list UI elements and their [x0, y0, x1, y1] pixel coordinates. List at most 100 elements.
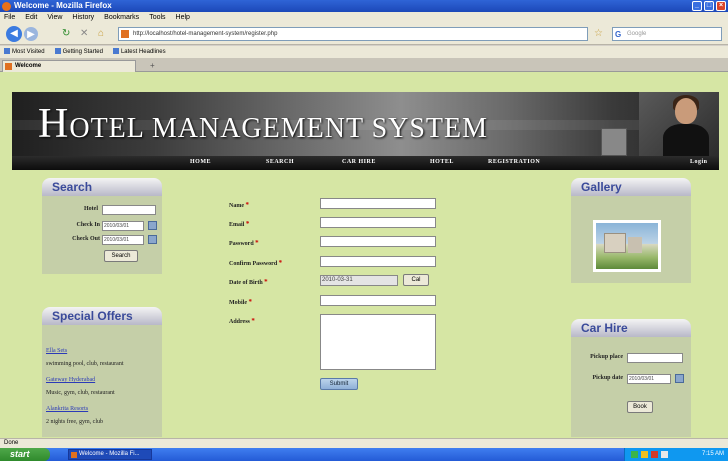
required-mark: * — [245, 201, 250, 209]
antivirus-icon[interactable] — [651, 451, 658, 458]
checkin-input[interactable]: 2010/03/01 — [102, 221, 144, 231]
menu-file[interactable]: File — [4, 12, 15, 23]
hotel-input[interactable] — [102, 205, 156, 215]
password-field[interactable] — [320, 236, 436, 247]
title-word-otel: OTEL — [69, 113, 144, 144]
network-icon[interactable] — [631, 451, 638, 458]
nav-car-hire[interactable]: CAR HIRE — [342, 159, 376, 165]
new-tab-button[interactable]: + — [150, 61, 155, 70]
search-engine-box[interactable]: G Google — [612, 27, 722, 41]
checkout-input[interactable]: 2010/03/01 — [102, 235, 144, 245]
minimize-button[interactable]: _ — [692, 1, 702, 11]
security-icon[interactable] — [641, 451, 648, 458]
back-arrow-icon[interactable]: ◀ — [6, 26, 22, 42]
volume-icon[interactable] — [661, 451, 668, 458]
start-button[interactable]: start — [0, 448, 50, 461]
title-word-anagement: ANAGEMENT — [177, 113, 364, 144]
address-textarea[interactable] — [320, 314, 436, 370]
taskbar-firefox-icon — [71, 452, 77, 458]
search-button[interactable]: Search — [104, 250, 138, 262]
checkout-calendar-icon[interactable] — [148, 235, 157, 244]
pickup-place-input[interactable] — [627, 353, 683, 363]
car-hire-panel: Car Hire Pickup place Pickup date 2010/0… — [571, 319, 691, 437]
menu-view[interactable]: View — [47, 12, 62, 23]
menu-help[interactable]: Help — [176, 12, 190, 23]
gallery-heading: Gallery — [571, 178, 691, 196]
pickup-date-input[interactable]: 2010/03/01 — [627, 374, 671, 384]
title-letter-m: M — [151, 113, 178, 144]
address-label: Address * — [229, 317, 255, 325]
checkin-label: Check In — [76, 222, 100, 228]
mobile-label: Mobile * — [229, 298, 252, 306]
checkout-label: Check Out — [72, 236, 100, 242]
pickup-date-label: Pickup date — [592, 375, 623, 381]
bookmark-getting-started[interactable]: Getting Started — [55, 46, 103, 58]
google-icon: G — [615, 30, 622, 39]
menu-edit[interactable]: Edit — [25, 12, 37, 23]
confirm-password-label-text: Confirm Password — [229, 261, 278, 267]
close-button[interactable]: × — [716, 1, 726, 11]
menu-bookmarks[interactable]: Bookmarks — [104, 12, 139, 23]
address-bar[interactable]: http://localhost/hotel-management-system… — [118, 27, 588, 41]
firefox-icon — [2, 2, 11, 11]
dob-label: Date of Birth * — [229, 278, 268, 286]
calendar-button[interactable]: Cal — [403, 274, 429, 286]
maximize-button[interactable]: □ — [704, 1, 714, 11]
site-favicon — [121, 30, 129, 38]
checkin-calendar-icon[interactable] — [148, 221, 157, 230]
offer-link[interactable]: Gateway Hyderabad — [46, 377, 95, 383]
offer-link[interactable]: Alankrita Resorts — [46, 406, 88, 412]
tab-favicon — [5, 63, 12, 70]
offer-description: swimming pool, club, restaurant — [46, 361, 124, 367]
name-label: Name * — [229, 201, 249, 209]
bookmark-latest-headlines[interactable]: Latest Headlines — [113, 46, 166, 58]
required-mark: * — [278, 259, 283, 267]
gallery-hotel-image[interactable] — [593, 220, 661, 272]
mobile-field[interactable] — [320, 295, 436, 306]
taskbar-firefox-item[interactable]: Welcome - Mozilla Fi... — [68, 449, 152, 460]
bookmark-star-icon[interactable]: ☆ — [594, 28, 603, 40]
car-hire-heading: Car Hire — [571, 319, 691, 337]
tab-welcome[interactable]: Welcome — [2, 60, 136, 72]
url-text: http://localhost/hotel-management-system… — [133, 31, 278, 37]
required-mark: * — [255, 239, 259, 247]
search-placeholder: Google — [627, 31, 647, 37]
book-button[interactable]: Book — [627, 401, 653, 413]
window-controls: _ □ × — [692, 1, 726, 11]
home-icon[interactable]: ⌂ — [98, 28, 104, 40]
nav-login[interactable]: Login — [690, 159, 708, 165]
windows-taskbar: start Welcome - Mozilla Fi... 7:15 AM — [0, 448, 728, 461]
nav-search[interactable]: SEARCH — [266, 159, 294, 165]
reload-icon[interactable]: ↻ — [62, 28, 70, 40]
required-mark: * — [248, 298, 253, 306]
special-offers-heading: Special Offers — [42, 307, 162, 325]
window-title: Welcome - Mozilla Firefox — [14, 1, 112, 10]
site-nav: HOME SEARCH CAR HIRE HOTEL REGISTRATION … — [12, 156, 719, 170]
confirm-password-field[interactable] — [320, 256, 436, 267]
nav-registration[interactable]: REGISTRATION — [488, 159, 540, 165]
name-field[interactable] — [320, 198, 436, 209]
gallery-building-annex — [628, 237, 642, 253]
nav-hotel[interactable]: HOTEL — [430, 159, 454, 165]
status-text: Done — [4, 440, 19, 446]
forward-arrow-icon[interactable]: ▶ — [24, 27, 38, 41]
menu-tools[interactable]: Tools — [149, 12, 165, 23]
email-label-text: Email — [229, 222, 245, 228]
email-field[interactable] — [320, 217, 436, 228]
pickup-calendar-icon[interactable] — [675, 374, 684, 383]
submit-button[interactable]: Submit — [320, 378, 358, 390]
confirm-password-label: Confirm Password * — [229, 259, 282, 267]
offer-description: Music, gym, club, restaurant — [46, 390, 115, 396]
web-page: HOTEL MANAGEMENT SYSTEM HOME SEARCH CAR … — [0, 72, 728, 438]
dob-field[interactable]: 2010-03-31 — [320, 275, 398, 286]
stop-icon[interactable]: ✕ — [80, 28, 88, 40]
offer-link[interactable]: Ella Sets — [46, 348, 67, 354]
menu-bar: File Edit View History Bookmarks Tools H… — [0, 12, 728, 23]
bookmark-most-visited[interactable]: Most Visited — [4, 46, 45, 58]
menu-history[interactable]: History — [72, 12, 94, 23]
site-banner: HOTEL MANAGEMENT SYSTEM — [12, 92, 719, 156]
tab-label: Welcome — [15, 63, 42, 69]
mobile-label-text: Mobile — [229, 300, 247, 306]
password-label: Password * — [229, 239, 259, 247]
nav-home[interactable]: HOME — [190, 159, 211, 165]
